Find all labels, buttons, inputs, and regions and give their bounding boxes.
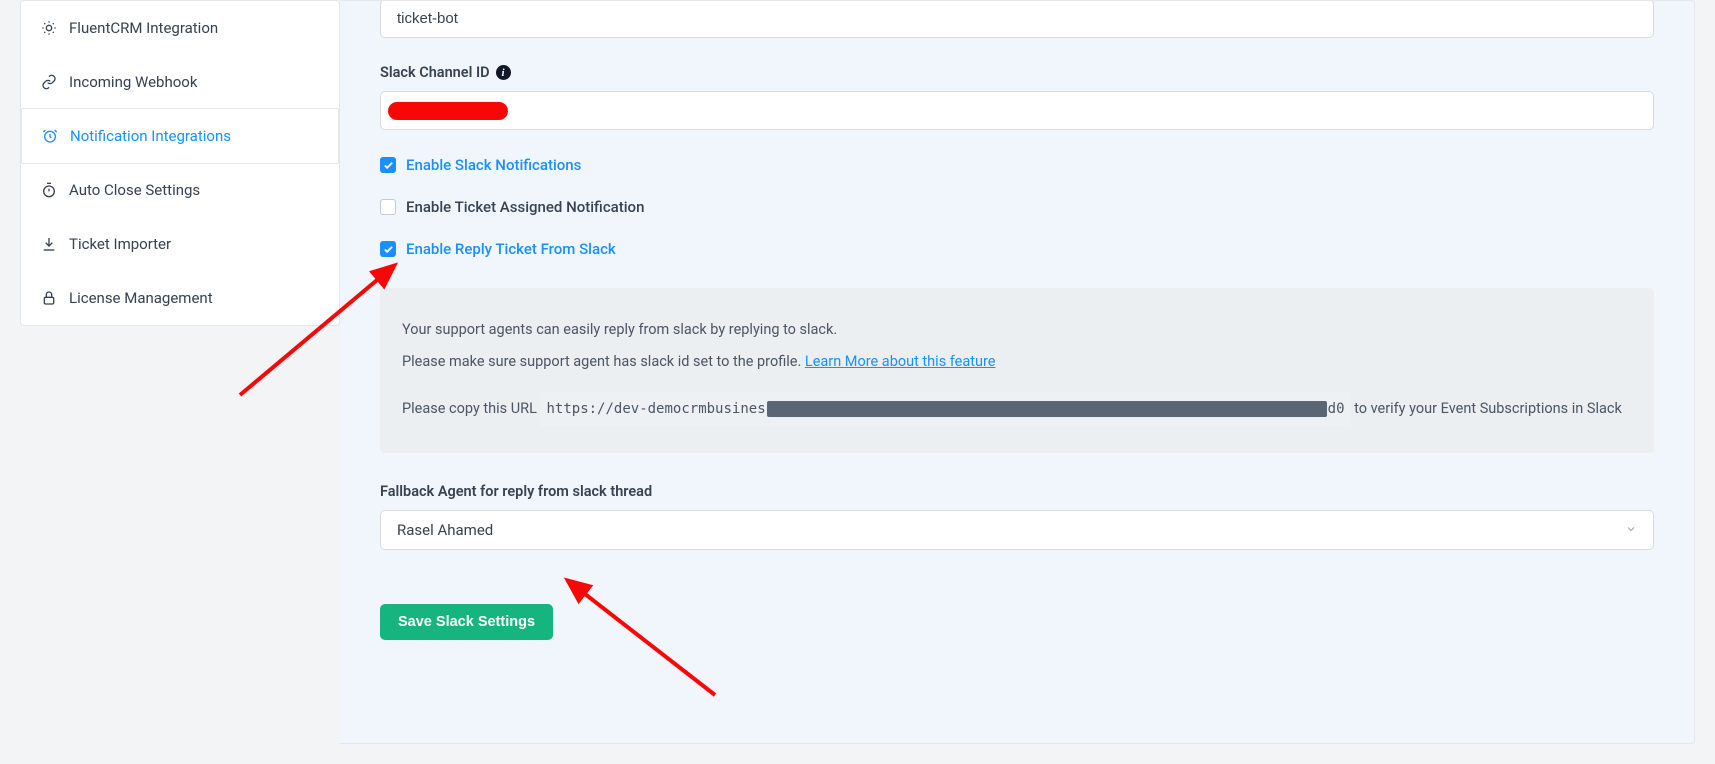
enable-reply-from-slack-label: Enable Reply Ticket From Slack [406,240,616,258]
enable-ticket-assigned-row[interactable]: Enable Ticket Assigned Notification [380,198,1654,216]
download-icon [41,236,57,252]
enable-ticket-assigned-checkbox[interactable] [380,199,396,215]
sun-icon [41,20,57,36]
webhook-url-prefix: https://dev-democrmbusines [546,401,765,417]
enable-ticket-assigned-label: Enable Ticket Assigned Notification [406,198,644,216]
sidebar-item-label: Ticket Importer [69,235,171,253]
fallback-agent-label: Fallback Agent for reply from slack thre… [380,483,652,500]
sidebar-item-label: Auto Close Settings [69,181,200,199]
enable-reply-from-slack-checkbox[interactable] [380,241,396,257]
slack-channel-name-input[interactable] [380,0,1654,38]
enable-slack-notifications-row[interactable]: Enable Slack Notifications [380,156,1654,174]
webhook-url-suffix: d0 [1328,401,1345,417]
enable-reply-from-slack-row[interactable]: Enable Reply Ticket From Slack [380,240,1654,258]
enable-slack-notifications-checkbox[interactable] [380,157,396,173]
fallback-agent-value: Rasel Ahamed [397,521,493,539]
settings-sidebar: FluentCRM Integration Incoming Webhook N… [20,0,340,326]
stopwatch-icon [41,182,57,198]
slack-channel-id-label: Slack Channel ID [380,64,490,81]
slack-channel-id-input[interactable] [380,91,1654,130]
learn-more-link[interactable]: Learn More about this feature [805,353,996,370]
webhook-url-redacted [767,401,1327,417]
enable-slack-notifications-label: Enable Slack Notifications [406,156,581,174]
info-icon[interactable]: i [496,65,511,80]
info-line-1: Your support agents can easily reply fro… [402,314,1632,346]
sidebar-item-label: Incoming Webhook [69,73,197,91]
fallback-agent-select[interactable]: Rasel Ahamed [380,510,1654,550]
sidebar-item-notification-integrations[interactable]: Notification Integrations [21,109,339,163]
clock-icon [42,128,58,144]
sidebar-item-fluentcrm[interactable]: FluentCRM Integration [21,1,339,55]
info-copy-post: to verify your Event Subscriptions in Sl… [1354,400,1622,417]
lock-icon [41,290,57,306]
reply-from-slack-info-panel: Your support agents can easily reply fro… [380,288,1654,453]
chevron-down-icon [1625,521,1637,539]
sidebar-item-license[interactable]: License Management [21,271,339,325]
sidebar-item-label: FluentCRM Integration [69,19,218,37]
sidebar-item-label: Notification Integrations [70,127,231,145]
sidebar-item-ticket-importer[interactable]: Ticket Importer [21,217,339,271]
sidebar-item-label: License Management [69,289,213,307]
info-copy-pre: Please copy this URL [402,400,540,417]
sidebar-item-auto-close[interactable]: Auto Close Settings [21,163,339,217]
link-icon [41,74,57,90]
settings-main: Slack Channel ID i Enable Slack Notifica… [340,0,1695,744]
webhook-url-code: https://dev-democrmbusines d0 [540,392,1350,427]
save-slack-settings-button[interactable]: Save Slack Settings [380,604,553,640]
sidebar-item-incoming-webhook[interactable]: Incoming Webhook [21,55,339,109]
info-line-2-pre: Please make sure support agent has slack… [402,353,805,370]
